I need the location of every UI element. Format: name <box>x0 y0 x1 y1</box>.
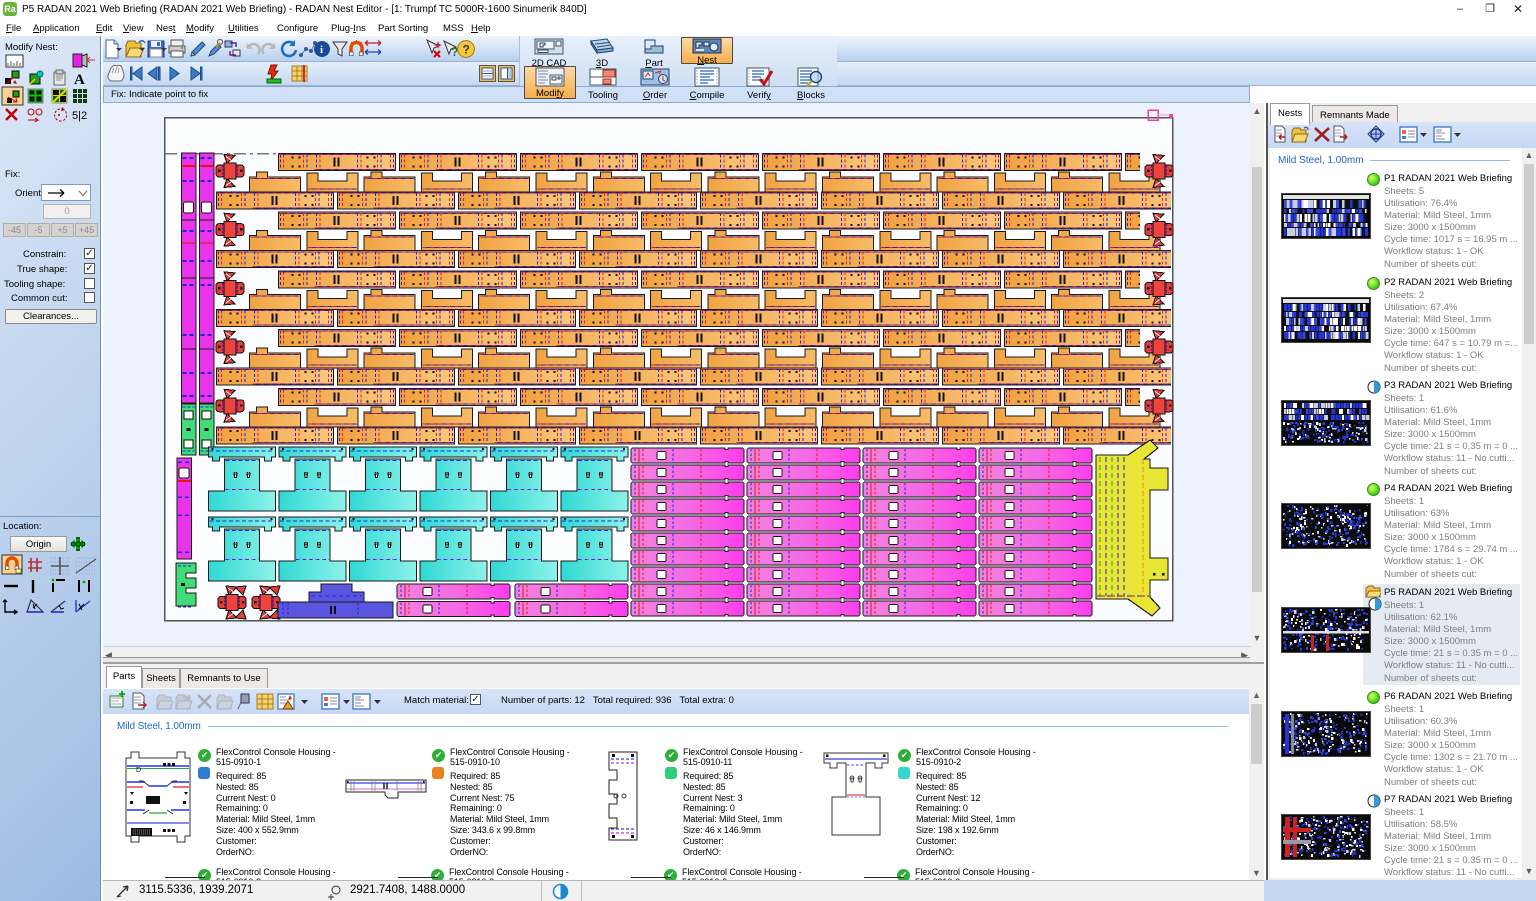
svg-text:?: ? <box>451 45 458 59</box>
svg-text:A: A <box>74 72 85 88</box>
svg-text:i: i <box>320 44 323 56</box>
svg-text:D: D <box>136 767 141 774</box>
svg-text:?: ? <box>463 43 470 57</box>
svg-text:5|2: 5|2 <box>72 110 87 122</box>
